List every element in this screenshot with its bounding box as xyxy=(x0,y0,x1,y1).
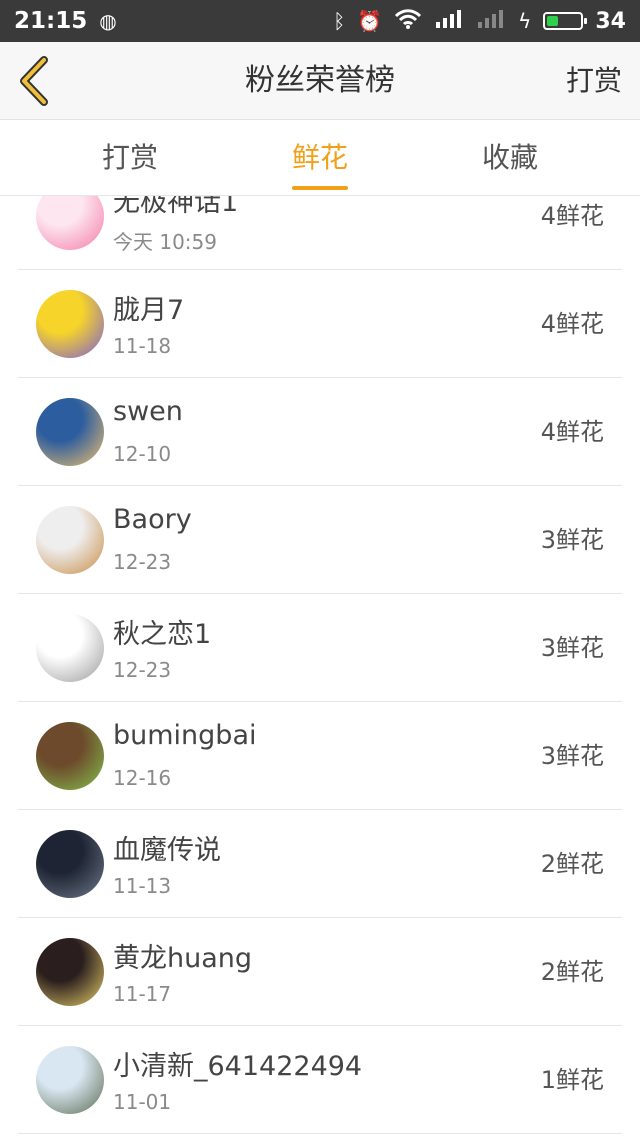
bluetooth-icon: ᛒ xyxy=(333,9,346,33)
list-item[interactable]: bumingbai 12-16 3鲜花 xyxy=(18,702,622,810)
avatar xyxy=(36,614,104,682)
battery-percent: 34 xyxy=(595,8,626,34)
active-tab-indicator xyxy=(292,186,348,190)
avatar xyxy=(36,1046,104,1114)
flower-count: 4鲜花 xyxy=(540,310,604,338)
battery-fill xyxy=(547,16,559,26)
status-left: 21:15 ◍ xyxy=(14,8,117,34)
fan-name: Baory xyxy=(113,504,192,535)
fan-date: 11-13 xyxy=(113,874,172,898)
fan-list[interactable]: 无极神话1 今天 10:59 4鲜花 胧月7 11-18 4鲜花 swen 12… xyxy=(0,196,640,1138)
flower-count: 3鲜花 xyxy=(540,634,604,662)
flower-count: 4鲜花 xyxy=(540,418,604,446)
flower-count: 3鲜花 xyxy=(540,742,604,770)
header-bar: 粉丝荣誉榜 打赏 xyxy=(0,42,640,120)
reward-action-button[interactable]: 打赏 xyxy=(566,42,622,120)
list-item[interactable]: 秋之恋1 12-23 3鲜花 xyxy=(18,594,622,702)
fan-date: 11-01 xyxy=(113,1090,172,1114)
list-item[interactable]: 小清新_641422494 11-01 1鲜花 xyxy=(18,1026,622,1134)
avatar xyxy=(36,506,104,574)
fan-date: 12-23 xyxy=(113,550,172,574)
alarm-icon: ⏰ xyxy=(357,9,383,33)
wifi-icon xyxy=(394,8,422,34)
status-time: 21:15 xyxy=(14,8,88,34)
fan-date: 12-23 xyxy=(113,658,172,682)
fan-name: 血魔传说 xyxy=(113,835,221,866)
battery-icon xyxy=(543,12,588,30)
avatar xyxy=(36,290,104,358)
status-right: ᛒ ⏰ ϟ 34 xyxy=(333,8,626,34)
flower-count: 1鲜花 xyxy=(540,1066,604,1094)
avatar xyxy=(36,830,104,898)
list-item[interactable]: 胧月7 11-18 4鲜花 xyxy=(18,270,622,378)
list-item[interactable]: 黄龙huang 11-17 2鲜花 xyxy=(18,918,622,1026)
fan-name: swen xyxy=(113,396,183,427)
avatar xyxy=(36,938,104,1006)
avatar xyxy=(36,196,104,250)
signal-2-icon xyxy=(476,8,506,34)
page-title: 粉丝荣誉榜 xyxy=(245,63,395,98)
avatar xyxy=(36,398,104,466)
list-item[interactable]: Baory 12-23 3鲜花 xyxy=(18,486,622,594)
tab-reward[interactable]: 打赏 xyxy=(70,120,190,196)
list-item[interactable]: swen 12-10 4鲜花 xyxy=(18,378,622,486)
charging-icon: ϟ xyxy=(518,9,532,33)
flower-count: 2鲜花 xyxy=(540,850,604,878)
fan-name: bumingbai xyxy=(113,720,257,751)
flower-count: 2鲜花 xyxy=(540,958,604,986)
fan-date: 11-17 xyxy=(113,982,172,1006)
signal-icon xyxy=(434,8,464,34)
fan-date: 12-16 xyxy=(113,766,172,790)
tab-favorites[interactable]: 收藏 xyxy=(450,120,570,196)
fan-name: 秋之恋1 xyxy=(113,619,212,650)
fan-name: 小清新_641422494 xyxy=(113,1051,363,1082)
fan-name: 胧月7 xyxy=(113,295,185,326)
fan-date: 11-18 xyxy=(113,334,172,358)
tab-flowers[interactable]: 鲜花 xyxy=(260,120,380,196)
flower-count: 3鲜花 xyxy=(540,526,604,554)
fan-date: 12-10 xyxy=(113,442,172,466)
fan-name: 黄龙huang xyxy=(113,943,253,974)
status-bar: 21:15 ◍ ᛒ ⏰ ϟ 34 xyxy=(0,0,640,42)
fan-date: 今天 10:59 xyxy=(113,230,217,254)
notification-icon: ◍ xyxy=(99,9,117,33)
fan-name: 无极神话1 xyxy=(113,196,239,218)
tab-bar: 打赏 鲜花 收藏 xyxy=(0,120,640,196)
avatar xyxy=(36,722,104,790)
list-item[interactable]: 血魔传说 11-13 2鲜花 xyxy=(18,810,622,918)
flower-count: 4鲜花 xyxy=(540,202,604,230)
list-item[interactable]: 无极神话1 今天 10:59 4鲜花 xyxy=(18,196,622,270)
